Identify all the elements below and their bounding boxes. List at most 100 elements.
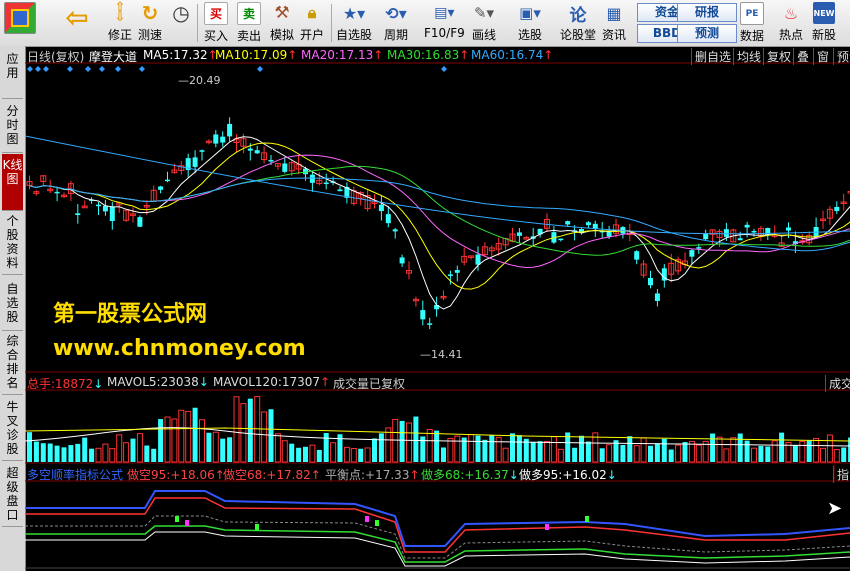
toolbar-separator — [331, 4, 332, 42]
forecast-button[interactable]: 预测 — [833, 48, 850, 65]
overlay-button[interactable]: 叠 — [793, 48, 812, 65]
low-price-label: —14.41 — [420, 348, 463, 361]
volume-bar — [316, 449, 322, 462]
candle-body — [165, 179, 170, 182]
volume-bar — [247, 398, 253, 462]
screen-icon: ▣▾ — [519, 4, 541, 22]
small-button-research[interactable]: 研报 — [677, 3, 737, 22]
volume-bar — [158, 419, 164, 462]
toolbar-button-8[interactable]: 🔒︎ 开户 — [300, 2, 324, 44]
volume-bar — [716, 436, 723, 463]
ma5-line — [29, 136, 850, 310]
toolbar-button-12[interactable]: ✎▾ 画线 — [472, 2, 496, 44]
toolbar-label: F10/F9 — [424, 26, 465, 40]
volume-bar — [675, 444, 682, 463]
volume-bar — [130, 438, 136, 462]
volume-bar — [695, 444, 702, 463]
toolbar-label: 画线 — [472, 28, 497, 42]
pe-icon: PE — [740, 2, 764, 25]
window-button[interactable]: 窗 — [813, 48, 832, 65]
toolbar-button-4[interactable]: ◷ — [170, 1, 192, 44]
candle-body — [399, 257, 405, 264]
indicator-signal — [185, 520, 189, 526]
volume-bar — [468, 434, 475, 463]
sidebar-tab-watchlist[interactable]: 自选股 — [2, 278, 23, 331]
volume-bar — [144, 445, 150, 462]
volume-bar — [102, 443, 109, 463]
candle-body — [723, 229, 729, 237]
volume-bar — [227, 437, 233, 462]
volume-bar — [682, 442, 688, 462]
volume-bar — [765, 446, 771, 462]
toolbar-separator — [197, 4, 198, 42]
candle-body — [592, 223, 598, 229]
short95-band — [25, 490, 850, 547]
volume-menu-button[interactable]: 成交 — [825, 375, 850, 392]
sidebar-tab-level2[interactable]: 超级盘口 — [2, 464, 23, 527]
volume-bar — [510, 433, 515, 462]
toolbar-label: 数据 — [740, 29, 765, 43]
volume-bar — [274, 433, 281, 463]
toolbar-button-6[interactable]: 卖 卖出 — [237, 2, 261, 44]
small-button-forecast[interactable]: 预测 — [677, 24, 737, 43]
volume-bar — [323, 432, 329, 462]
signal-diamond — [115, 66, 121, 72]
volume-bar — [557, 448, 564, 463]
adjust-button[interactable]: 复权 — [763, 48, 794, 65]
signal-diamond — [139, 66, 145, 72]
indicator-menu-button[interactable]: 指 — [833, 466, 850, 483]
volume-bar — [343, 446, 350, 463]
candle-body — [385, 214, 391, 224]
toolbar-button-11[interactable]: ▤▾ F10/F9 — [424, 2, 465, 44]
toolbar-button-1[interactable]: ⇦ — [62, 1, 92, 44]
mouse-cursor-icon: ➤ — [827, 498, 843, 519]
candle-body — [199, 150, 205, 152]
volume-bar — [482, 439, 488, 462]
toolbar-button-15[interactable]: ▦ 资讯 — [602, 2, 626, 44]
volume-bar — [385, 427, 392, 463]
hammer-icon: ⚒ — [274, 3, 290, 23]
volume-bar — [151, 448, 157, 462]
volume-bar — [296, 447, 302, 462]
toolbar-button-3[interactable]: ↻ 测速 — [138, 1, 162, 44]
toolbar-label: 模拟 — [270, 28, 295, 42]
candle-body — [475, 254, 481, 265]
volume-bar — [758, 445, 764, 462]
sidebar-tab-ranking[interactable]: 综合排名 — [2, 332, 23, 395]
volume-bar — [171, 418, 178, 463]
toolbar-button-10[interactable]: ⟲▾ 周期 — [384, 2, 408, 44]
candle-body — [96, 204, 101, 207]
toolbar-button-16[interactable]: PE 数据 — [740, 2, 764, 44]
candle-body — [751, 230, 757, 233]
volume-bar — [220, 438, 226, 462]
watermark-title: 第一股票公式网 — [53, 302, 208, 327]
candle-body — [109, 206, 115, 221]
volume-bar — [475, 435, 481, 462]
toolbar-button-5[interactable]: 买 买入 — [204, 2, 228, 44]
sidebar-tab-profile[interactable]: 个股资料 — [2, 212, 23, 275]
toolbar-button-17[interactable]: ♨ 热点 — [779, 2, 803, 44]
volume-bar — [89, 448, 95, 462]
toolbar-button-7[interactable]: ⚒ 模拟 — [270, 2, 294, 44]
sidebar-tab-diagnosis[interactable]: 牛叉诊股 — [2, 398, 23, 461]
toolbar-button-2[interactable]: ⇧ ⇩ 修正 — [108, 1, 132, 44]
toolbar-button-9[interactable]: ★▾ 自选股 — [336, 2, 372, 44]
sidebar-tab-apps[interactable]: 应用 — [2, 50, 23, 99]
candle-body — [75, 213, 81, 216]
volume-bar — [392, 418, 399, 463]
toolbar-button-18[interactable]: NEW 新股 — [812, 2, 836, 44]
ma-button[interactable]: 均线 — [733, 48, 764, 65]
volume-bar — [61, 447, 67, 462]
toolbar-button-0[interactable] — [4, 2, 36, 44]
sidebar-tab-intraday[interactable]: 分时图 — [2, 100, 23, 153]
short68-readout: 做空68:+17.82↑ — [223, 468, 321, 482]
ma20-readout: MA20:17.13↑ — [301, 48, 384, 62]
indicator-signal — [175, 516, 179, 522]
toolbar-label: 论股堂 — [560, 28, 597, 42]
toolbar-button-13[interactable]: ▣▾ 选股 — [518, 2, 542, 44]
sidebar-tab-kline[interactable]: K线图 — [2, 154, 23, 211]
volume-bar — [737, 433, 743, 462]
remove-watchlist-button[interactable]: 删自选 — [691, 48, 734, 65]
toolbar-label: 卖出 — [237, 29, 262, 43]
toolbar-button-14[interactable]: 论 论股堂 — [560, 2, 596, 44]
